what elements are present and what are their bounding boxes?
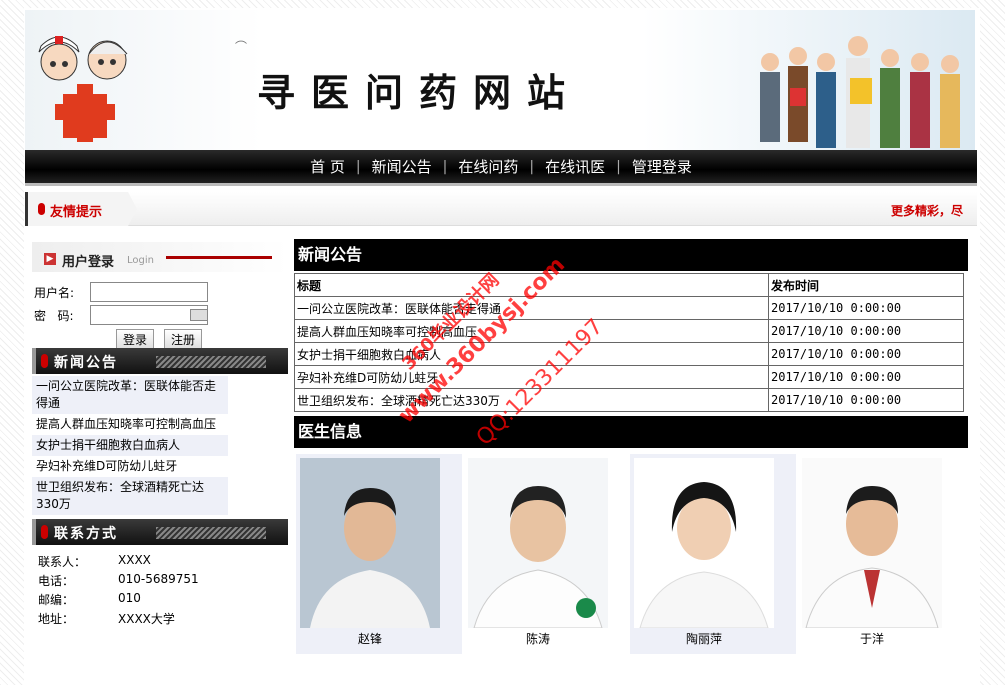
doctor-gallery: 赵锋 陈涛 陶丽萍 于洋 bbox=[294, 448, 968, 658]
username-input[interactable] bbox=[90, 282, 208, 302]
contact-key: 地址： bbox=[38, 612, 75, 626]
sidebar-news-header: 新闻公告 bbox=[32, 348, 288, 374]
doctors-section-title: 医生信息 bbox=[294, 416, 968, 448]
news-date: 2017/10/10 0:00:00 bbox=[768, 296, 964, 320]
site-banner: ⌒ 寻医问药网站 bbox=[25, 10, 975, 150]
sidebar-news-title: 新闻公告 bbox=[54, 355, 118, 371]
list-item[interactable]: 一问公立医院改革：医联体能否走得通 bbox=[32, 376, 228, 414]
arrow-right-icon: ▶ bbox=[44, 253, 56, 265]
login-header: ▶ 用户登录 Login bbox=[32, 242, 288, 272]
nav-admin-login[interactable]: 管理登录 bbox=[621, 156, 703, 177]
notice-label: 友情提示 bbox=[50, 205, 103, 220]
doctor-name: 于洋 bbox=[859, 632, 884, 646]
table-row: 孕妇补充维D可防幼儿蛀牙 2017/10/10 0:00:00 bbox=[294, 365, 964, 389]
nav-online-medicine[interactable]: 在线问药 bbox=[447, 156, 529, 177]
site-title: 寻医问药网站 bbox=[257, 70, 582, 115]
notice-marquee: 更多精彩，尽 bbox=[891, 204, 964, 218]
doctor-card[interactable]: 陈涛 bbox=[464, 454, 630, 654]
news-date: 2017/10/10 0:00:00 bbox=[768, 342, 964, 366]
doctor-photo bbox=[634, 458, 774, 628]
contact-row: 地址： XXXX大学 bbox=[38, 610, 282, 629]
contact-key: 联系人： bbox=[38, 555, 87, 569]
nav-online-consult[interactable]: 在线讯医 bbox=[534, 156, 616, 177]
table-row: 世卫组织发布：全球酒精死亡达330万 2017/10/10 0:00:00 bbox=[294, 388, 964, 412]
notice-bar: 友情提示 更多精彩，尽 bbox=[25, 192, 977, 226]
doctor-nurse-logo bbox=[38, 36, 128, 142]
login-button[interactable]: 登录 bbox=[116, 329, 155, 350]
bird-icon: ⌒ bbox=[235, 40, 248, 54]
password-label: 密 码: bbox=[34, 309, 74, 323]
news-title-link[interactable]: 女护士捐干细胞救白血病人 bbox=[294, 342, 769, 366]
decorative-hatch bbox=[156, 356, 266, 368]
doctor-photo bbox=[802, 458, 942, 628]
doctor-photo bbox=[300, 458, 440, 628]
contact-title: 联系方式 bbox=[54, 526, 118, 542]
pill-icon bbox=[41, 354, 48, 368]
doctor-name: 陶丽萍 bbox=[685, 632, 722, 646]
doctor-card[interactable]: 赵锋 bbox=[296, 454, 462, 654]
contact-key: 邮编： bbox=[38, 593, 75, 607]
news-date: 2017/10/10 0:00:00 bbox=[768, 388, 964, 412]
table-row: 提高人群血压知晓率可控制高血压 2017/10/10 0:00:00 bbox=[294, 319, 964, 343]
contact-value: 010-5689751 bbox=[118, 572, 199, 586]
list-item[interactable]: 孕妇补充维D可防幼儿蛀牙 bbox=[32, 456, 228, 477]
contact-row: 联系人： XXXX bbox=[38, 553, 282, 572]
contact-row: 电话： 010-5689751 bbox=[38, 572, 282, 591]
login-form: 用户名: 密 码: 登录 注册 bbox=[32, 272, 288, 350]
doctor-card[interactable]: 于洋 bbox=[798, 454, 964, 654]
news-title-link[interactable]: 世卫组织发布：全球酒精死亡达330万 bbox=[294, 388, 769, 412]
contact-value: XXXX大学 bbox=[118, 612, 175, 626]
left-column: ▶ 用户登录 Login 用户名: 密 码: 登录 注册 新闻公告 一问公立医院… bbox=[32, 242, 288, 637]
keyboard-icon[interactable] bbox=[190, 309, 208, 321]
contact-header: 联系方式 bbox=[32, 519, 288, 545]
table-row: 女护士捐干细胞救白血病人 2017/10/10 0:00:00 bbox=[294, 342, 964, 366]
decorative-hatch bbox=[156, 527, 266, 539]
contact-key: 电话： bbox=[38, 574, 75, 588]
nav-home[interactable]: 首 页 bbox=[299, 156, 356, 177]
column-header-title: 标题 bbox=[294, 273, 769, 297]
news-table: 标题 发布时间 一问公立医院改革：医联体能否走得通 2017/10/10 0:0… bbox=[294, 273, 964, 412]
doctor-name: 赵锋 bbox=[357, 632, 382, 646]
doctor-name: 陈涛 bbox=[525, 632, 550, 646]
username-label: 用户名: bbox=[34, 286, 75, 300]
login-subtitle: Login bbox=[127, 255, 154, 266]
doctor-photo bbox=[468, 458, 608, 628]
login-title: 用户登录 bbox=[62, 255, 115, 270]
list-item[interactable]: 世卫组织发布：全球酒精死亡达330万 bbox=[32, 477, 228, 515]
list-item[interactable]: 女护士捐干细胞救白血病人 bbox=[32, 435, 228, 456]
table-header-row: 标题 发布时间 bbox=[294, 273, 964, 297]
contact-row: 邮编： 010 bbox=[38, 591, 282, 610]
news-title-link[interactable]: 一问公立医院改革：医联体能否走得通 bbox=[294, 296, 769, 320]
contact-value: XXXX bbox=[118, 553, 151, 567]
news-date: 2017/10/10 0:00:00 bbox=[768, 365, 964, 389]
pill-icon bbox=[38, 203, 45, 215]
pill-icon bbox=[41, 525, 48, 539]
column-header-date: 发布时间 bbox=[768, 273, 964, 297]
divider bbox=[166, 256, 272, 259]
contact-value: 010 bbox=[118, 591, 141, 605]
contact-info: 联系人： XXXX 电话： 010-5689751 邮编： 010 地址： XX… bbox=[32, 545, 288, 637]
sidebar-news-list: 一问公立医院改革：医联体能否走得通 提高人群血压知晓率可控制高血压 女护士捐干细… bbox=[32, 376, 288, 515]
list-item[interactable]: 提高人群血压知晓率可控制高血压 bbox=[32, 414, 228, 435]
news-title-link[interactable]: 孕妇补充维D可防幼儿蛀牙 bbox=[294, 365, 769, 389]
main-nav: 首 页 | 新闻公告 | 在线问药 | 在线讯医 | 管理登录 bbox=[25, 150, 977, 186]
table-row: 一问公立医院改革：医联体能否走得通 2017/10/10 0:00:00 bbox=[294, 296, 964, 320]
right-column: 新闻公告 标题 发布时间 一问公立医院改革：医联体能否走得通 2017/10/1… bbox=[294, 239, 968, 658]
nav-news[interactable]: 新闻公告 bbox=[361, 156, 443, 177]
news-date: 2017/10/10 0:00:00 bbox=[768, 319, 964, 343]
page: ⌒ 寻医问药网站 首 页 | 新闻公告 | 在线问药 | 在线讯医 | 管理登录 bbox=[24, 8, 980, 685]
doctor-card[interactable]: 陶丽萍 bbox=[630, 454, 796, 654]
register-button[interactable]: 注册 bbox=[164, 329, 203, 350]
news-section-title: 新闻公告 bbox=[294, 239, 968, 271]
notice-tag: 友情提示 bbox=[25, 192, 137, 226]
news-title-link[interactable]: 提高人群血压知晓率可控制高血压 bbox=[294, 319, 769, 343]
students-image bbox=[760, 36, 960, 148]
